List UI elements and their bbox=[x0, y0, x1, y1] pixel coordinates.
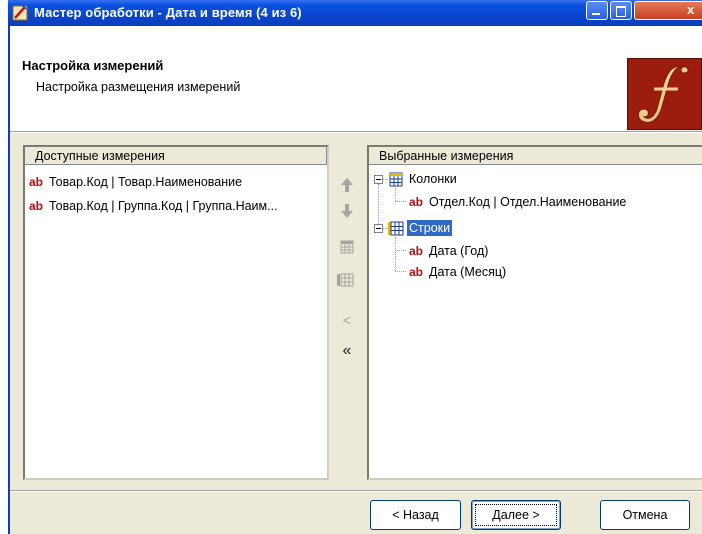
add-to-rows-icon[interactable] bbox=[336, 273, 354, 287]
move-all-left-button[interactable]: « bbox=[338, 342, 356, 360]
text-type-icon: ab bbox=[409, 244, 424, 258]
app-logo bbox=[627, 58, 702, 130]
available-dimensions-list[interactable]: Доступные измерения ab Товар.Код | Товар.… bbox=[23, 145, 329, 480]
close-icon: x bbox=[687, 2, 695, 17]
tree-item-label: Отдел.Код | Отдел.Наименование bbox=[429, 195, 627, 209]
close-button[interactable]: x bbox=[634, 1, 702, 20]
back-button[interactable]: < Назад bbox=[370, 500, 461, 530]
tree-item[interactable]: ab Дата (Месяц) bbox=[409, 264, 506, 280]
tree-line bbox=[383, 179, 388, 180]
tree-line bbox=[395, 250, 406, 251]
minimize-button[interactable] bbox=[586, 1, 608, 20]
page-title: Настройка измерений bbox=[22, 58, 164, 73]
maximize-button[interactable] bbox=[610, 1, 632, 20]
list-item-label: Товар.Код | Товар.Наименование bbox=[49, 175, 243, 189]
tree-item-label: Дата (Год) bbox=[429, 244, 489, 258]
tree-line bbox=[378, 184, 379, 228]
next-button[interactable]: Далее > bbox=[471, 500, 561, 530]
logo-f-icon bbox=[637, 65, 689, 123]
page-subtitle: Настройка размещения измерений bbox=[36, 80, 241, 94]
collapse-rows-toggle[interactable] bbox=[374, 224, 383, 233]
add-to-columns-icon[interactable] bbox=[340, 240, 354, 254]
move-left-button[interactable]: < bbox=[338, 311, 356, 329]
tree-item[interactable]: ab Дата (Год) bbox=[409, 243, 488, 259]
window-title: Мастер обработки - Дата и время (4 из 6) bbox=[34, 5, 302, 20]
tree-line bbox=[395, 201, 406, 202]
title-bar[interactable]: Мастер обработки - Дата и время (4 из 6)… bbox=[8, 0, 702, 26]
tree-line bbox=[395, 188, 396, 201]
move-up-icon[interactable] bbox=[340, 177, 354, 193]
tree-item-label: Дата (Месяц) bbox=[429, 265, 507, 279]
list-item[interactable]: ab Товар.Код | Группа.Код | Группа.Наим..… bbox=[29, 197, 278, 215]
text-type-icon: ab bbox=[29, 199, 44, 213]
tree-group-rows[interactable]: Строки bbox=[407, 220, 453, 236]
cancel-button[interactable]: Отмена bbox=[600, 500, 690, 530]
available-column-header[interactable]: Доступные измерения bbox=[25, 147, 327, 165]
tree-group-columns[interactable]: Колонки bbox=[409, 171, 457, 187]
selected-column-header[interactable]: Выбранные измерения bbox=[369, 147, 702, 165]
text-type-icon: ab bbox=[409, 265, 424, 279]
list-item[interactable]: ab Товар.Код | Товар.Наименование bbox=[29, 173, 242, 191]
window-border bbox=[8, 26, 10, 534]
wizard-icon bbox=[12, 5, 28, 21]
text-type-icon: ab bbox=[29, 175, 44, 189]
footer-bar bbox=[10, 492, 702, 534]
columns-group-icon bbox=[389, 172, 403, 187]
selected-dimensions-tree[interactable]: Выбранные измерения Колонки ab Отдел.Код … bbox=[367, 145, 702, 480]
rows-group-icon bbox=[388, 221, 404, 236]
text-type-icon: ab bbox=[409, 195, 424, 209]
list-item-label: Товар.Код | Группа.Код | Группа.Наим... bbox=[49, 199, 278, 213]
tree-item[interactable]: ab Отдел.Код | Отдел.Наименование bbox=[409, 194, 626, 210]
tree-line bbox=[395, 271, 406, 272]
tree-line bbox=[395, 237, 396, 271]
collapse-columns-toggle[interactable] bbox=[374, 175, 383, 184]
move-down-icon[interactable] bbox=[340, 203, 354, 219]
focus-rectangle bbox=[475, 504, 557, 526]
